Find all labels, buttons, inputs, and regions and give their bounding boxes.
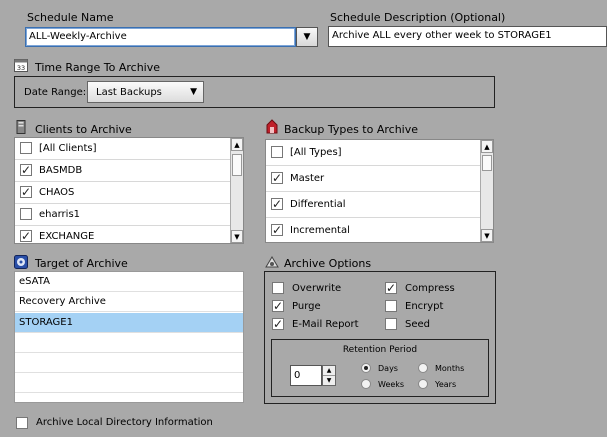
date-range-value: Last Backups	[96, 87, 162, 98]
list-item[interactable]: ✓ CHAOS	[15, 182, 243, 204]
overwrite-label: Overwrite	[292, 283, 342, 294]
client-checkbox-1[interactable]: ✓	[20, 164, 32, 176]
email-report-checkbox[interactable]: ✓	[272, 318, 284, 330]
table-row[interactable]: eSATA	[15, 272, 243, 292]
purge-checkbox[interactable]: ✓	[272, 300, 284, 312]
target-list: eSATA Recovery Archive STORAGE1	[14, 271, 244, 403]
scroll-up-icon[interactable]: ▲	[481, 140, 493, 153]
retention-stepper[interactable]: ▲ ▼	[322, 365, 336, 386]
client-checkbox-3[interactable]	[20, 208, 32, 220]
retention-period-title: Retention Period	[342, 345, 418, 355]
clients-list: [All Clients] ✓ BASMDB ✓ CHAOS eharris1 ✓ E…	[14, 137, 244, 244]
table-row	[15, 353, 243, 373]
options-icon	[265, 256, 279, 268]
seed-checkbox[interactable]	[385, 318, 397, 330]
archive-options-title: Archive Options	[284, 257, 372, 270]
backup-types-title: Backup Types to Archive	[284, 123, 419, 136]
radio-days-label: Days	[378, 364, 398, 373]
encrypt-checkbox[interactable]	[385, 300, 397, 312]
clients-title: Clients to Archive	[35, 123, 132, 136]
client-checkbox-4[interactable]: ✓	[20, 230, 32, 242]
client-checkbox-2[interactable]: ✓	[20, 186, 32, 198]
date-range-select[interactable]: Last Backups ▼	[87, 81, 204, 103]
type-checkbox-1[interactable]: ✓	[271, 172, 283, 184]
list-item[interactable]: ✓ Incremental	[266, 218, 493, 242]
list-item[interactable]: ✓ Master	[266, 166, 493, 192]
table-row[interactable]: Recovery Archive	[15, 292, 243, 312]
radio-weeks-label: Weeks	[378, 380, 405, 389]
schedule-name-label: Schedule Name	[27, 11, 114, 24]
schedule-description-label: Schedule Description (Optional)	[330, 11, 506, 24]
type-checkbox-0[interactable]	[271, 146, 283, 158]
type-checkbox-3[interactable]: ✓	[271, 224, 283, 236]
compress-label: Compress	[405, 283, 455, 294]
backup-types-icon	[266, 119, 278, 134]
computer-icon	[16, 120, 26, 134]
archive-local-dir-checkbox[interactable]	[16, 417, 28, 429]
overwrite-checkbox[interactable]	[272, 282, 284, 294]
list-item[interactable]: ✓ Differential	[266, 192, 493, 218]
arrow-down-icon[interactable]: ▼	[323, 376, 335, 385]
schedule-name-dropdown-button[interactable]: ▼	[296, 27, 318, 47]
client-checkbox-0[interactable]	[20, 142, 32, 154]
svg-text:33: 33	[17, 64, 25, 72]
calendar-icon: 33	[14, 59, 28, 72]
radio-months-label: Months	[435, 364, 465, 373]
encrypt-label: Encrypt	[405, 301, 444, 312]
radio-years[interactable]	[418, 379, 428, 389]
time-range-title: Time Range To Archive	[35, 61, 161, 74]
scroll-thumb[interactable]	[232, 154, 242, 176]
backup-types-list: [All Types] ✓ Master ✓ Differential ✓ Incre…	[265, 139, 494, 243]
scroll-down-icon[interactable]: ▼	[231, 230, 243, 243]
compress-checkbox[interactable]: ✓	[385, 282, 397, 294]
table-row	[15, 333, 243, 353]
list-item[interactable]: [All Clients]	[15, 138, 243, 160]
schedule-name-combo[interactable]: ALL-Weekly-Archive	[25, 27, 296, 47]
date-range-label: Date Range:	[24, 87, 87, 98]
target-title: Target of Archive	[35, 257, 128, 270]
type-checkbox-2[interactable]: ✓	[271, 198, 283, 210]
list-item[interactable]: ✓ EXCHANGE	[15, 226, 243, 243]
radio-years-label: Years	[435, 380, 457, 389]
scroll-thumb[interactable]	[482, 155, 492, 171]
seed-label: Seed	[405, 319, 430, 330]
retention-value-input[interactable]: 0	[290, 365, 322, 386]
chevron-down-icon: ▼	[303, 32, 311, 42]
arrow-up-icon[interactable]: ▲	[323, 366, 335, 376]
radio-weeks[interactable]	[361, 379, 371, 389]
clients-scrollbar[interactable]: ▲ ▼	[230, 138, 243, 243]
backup-types-scrollbar[interactable]: ▲ ▼	[480, 140, 493, 242]
disk-icon	[14, 255, 28, 269]
table-row	[15, 373, 243, 393]
archive-local-dir-label: Archive Local Directory Information	[36, 417, 213, 428]
radio-months[interactable]	[418, 363, 428, 373]
scroll-down-icon[interactable]: ▼	[481, 229, 493, 242]
table-row[interactable]: STORAGE1	[15, 313, 243, 333]
email-report-label: E-Mail Report	[292, 319, 359, 330]
radio-days[interactable]	[361, 363, 371, 373]
schedule-description-input[interactable]: Archive ALL every other week to STORAGE1	[328, 26, 607, 47]
purge-label: Purge	[292, 301, 321, 312]
list-item[interactable]: ✓ BASMDB	[15, 160, 243, 182]
chevron-down-icon: ▼	[190, 87, 197, 97]
list-item[interactable]: [All Types]	[266, 140, 493, 166]
list-item[interactable]: eharris1	[15, 204, 243, 226]
scroll-up-icon[interactable]: ▲	[231, 138, 243, 151]
